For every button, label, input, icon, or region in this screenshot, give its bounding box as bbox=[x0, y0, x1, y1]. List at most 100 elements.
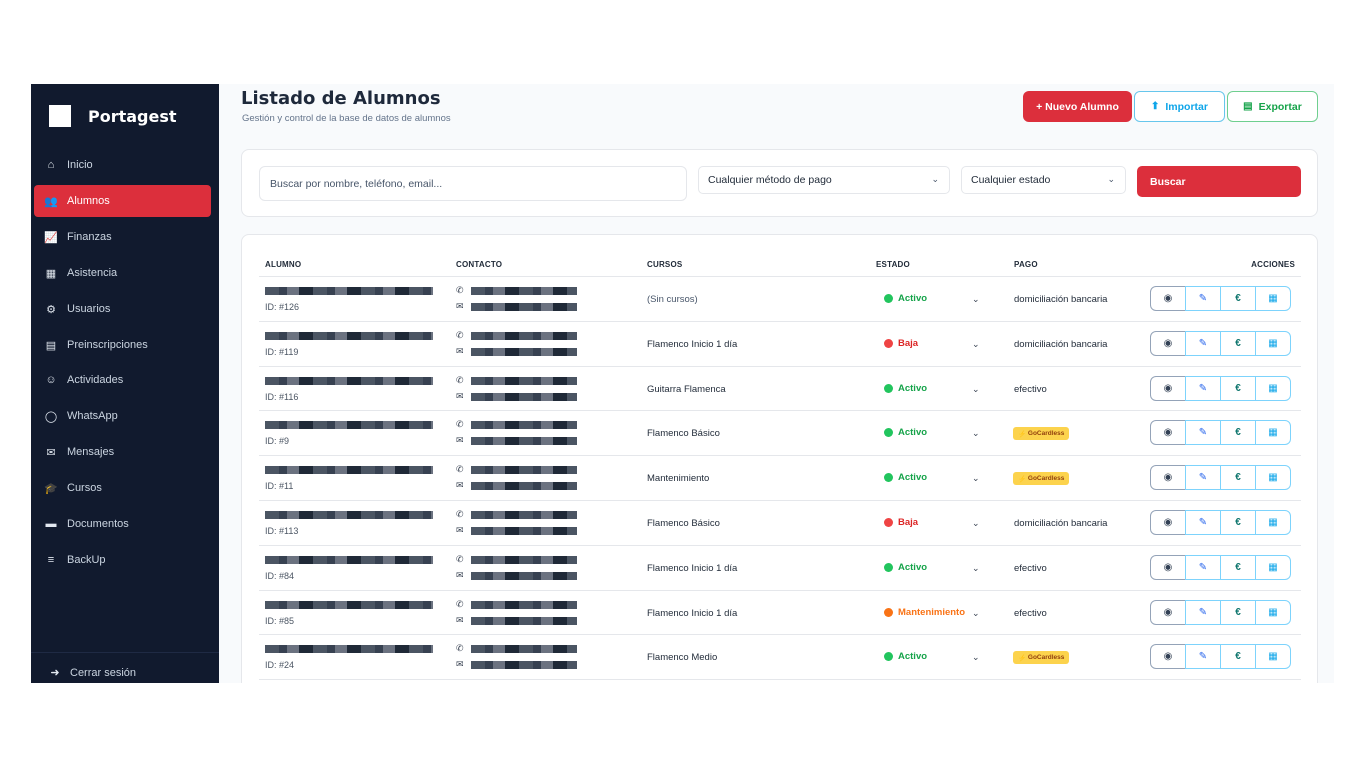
chevron-down-icon[interactable]: ⌄ bbox=[972, 518, 980, 529]
chevron-down-icon[interactable]: ⌄ bbox=[972, 608, 980, 619]
edit-button[interactable]: ✎ bbox=[1185, 509, 1221, 535]
search-input[interactable]: Buscar por nombre, teléfono, email... bbox=[259, 166, 687, 201]
table-row[interactable]: ID: #85 ✆ ✉ Flamenco Inicio 1 día Mantenimie… bbox=[259, 591, 1301, 636]
payments-button[interactable]: € bbox=[1220, 420, 1256, 446]
student-id: ID: #126 bbox=[265, 302, 300, 312]
import-button[interactable]: ⬆ Importar bbox=[1134, 91, 1225, 122]
redacted-phone bbox=[471, 421, 577, 430]
status-badge: Activo bbox=[884, 562, 927, 573]
table-row[interactable]: ID: #24 ✆ ✉ Flamenco Medio Activo ⌄ ⚡ GoCardle… bbox=[259, 635, 1301, 681]
table-row[interactable]: ID: #126 ✆ ✉ (Sin cursos) Activo ⌄ domiciliaci… bbox=[259, 277, 1301, 322]
payments-button[interactable]: € bbox=[1220, 375, 1256, 401]
course-cell: (Sin cursos) bbox=[647, 294, 698, 305]
edit-button[interactable]: ✎ bbox=[1185, 330, 1221, 356]
page-title: Listado de Alumnos bbox=[241, 88, 441, 109]
view-button[interactable]: ◉ bbox=[1150, 554, 1186, 580]
edit-button[interactable]: ✎ bbox=[1185, 420, 1221, 446]
table-row[interactable]: ID: #113 ✆ ✉ Flamenco Básico Baja ⌄ domiciliac… bbox=[259, 501, 1301, 546]
payments-button[interactable]: € bbox=[1220, 509, 1256, 535]
attendance-button[interactable]: ▦ bbox=[1255, 375, 1291, 401]
payments-button[interactable]: € bbox=[1220, 554, 1256, 580]
sidebar-item-actividades[interactable]: ☺ Actividades bbox=[34, 364, 211, 396]
sidebar-item-cursos[interactable]: 🎓 Cursos bbox=[34, 472, 211, 504]
attendance-button[interactable]: ▦ bbox=[1255, 644, 1291, 670]
sidebar-item-asistencia[interactable]: ▦ Asistencia bbox=[34, 257, 211, 289]
search-placeholder: Buscar por nombre, teléfono, email... bbox=[270, 177, 443, 190]
payments-button[interactable]: € bbox=[1220, 599, 1256, 625]
export-button[interactable]: ▤ Exportar bbox=[1227, 91, 1318, 122]
status-dot bbox=[884, 383, 893, 393]
attendance-button[interactable]: ▦ bbox=[1255, 420, 1291, 446]
payments-button[interactable]: € bbox=[1220, 644, 1256, 670]
view-button[interactable]: ◉ bbox=[1150, 420, 1186, 446]
brand-logo bbox=[49, 105, 71, 127]
view-button[interactable]: ◉ bbox=[1150, 644, 1186, 670]
chevron-down-icon[interactable]: ⌄ bbox=[972, 652, 980, 663]
chevron-down-icon[interactable]: ⌄ bbox=[972, 473, 980, 484]
edit-button[interactable]: ✎ bbox=[1185, 375, 1221, 401]
chevron-down-icon[interactable]: ⌄ bbox=[972, 339, 980, 350]
table-row[interactable]: ID: #9 ✆ ✉ Flamenco Básico Activo ⌄ ⚡ GoCardle… bbox=[259, 411, 1301, 457]
chevron-down-icon[interactable]: ⌄ bbox=[972, 294, 980, 305]
sidebar-item-label: Inicio bbox=[67, 159, 93, 171]
edit-button[interactable]: ✎ bbox=[1185, 644, 1221, 670]
payments-button[interactable]: € bbox=[1220, 330, 1256, 356]
status-dot bbox=[884, 562, 893, 572]
export-label: Exportar bbox=[1258, 100, 1302, 113]
payment-method-value: Cualquier método de pago bbox=[708, 174, 832, 186]
table-row[interactable]: ID: #11 ✆ ✉ Mantenimiento Activo ⌄ ⚡ GoCardles… bbox=[259, 456, 1301, 501]
table-row[interactable]: ID: #116 ✆ ✉ Guitarra Flamenca Activo ⌄ efecti… bbox=[259, 367, 1301, 412]
row-actions: ◉ ✎ € ▦ bbox=[1150, 465, 1291, 491]
logout-button[interactable]: ➜ Cerrar sesión bbox=[31, 652, 219, 683]
status-label: Activo bbox=[898, 651, 928, 663]
attendance-button[interactable]: ▦ bbox=[1255, 509, 1291, 535]
brand[interactable]: Portagest bbox=[49, 104, 177, 128]
redacted-name bbox=[265, 600, 433, 609]
new-student-button[interactable]: + Nuevo Alumno bbox=[1023, 91, 1132, 122]
sidebar-item-whatsapp[interactable]: ◯ WhatsApp bbox=[34, 400, 211, 432]
chevron-down-icon[interactable]: ⌄ bbox=[972, 384, 980, 395]
edit-button[interactable]: ✎ bbox=[1185, 465, 1221, 491]
pencil-icon: ✎ bbox=[1198, 472, 1208, 484]
attendance-button[interactable]: ▦ bbox=[1255, 330, 1291, 356]
edit-button[interactable]: ✎ bbox=[1185, 554, 1221, 580]
edit-button[interactable]: ✎ bbox=[1185, 286, 1221, 311]
payments-button[interactable]: € bbox=[1220, 286, 1256, 311]
redacted-phone bbox=[471, 510, 577, 519]
search-button[interactable]: Buscar bbox=[1137, 166, 1301, 197]
payments-button[interactable]: € bbox=[1220, 465, 1256, 491]
view-button[interactable]: ◉ bbox=[1150, 509, 1186, 535]
view-button[interactable]: ◉ bbox=[1150, 375, 1186, 401]
chevron-down-icon[interactable]: ⌄ bbox=[972, 563, 980, 574]
euro-icon: € bbox=[1235, 427, 1241, 439]
sidebar-item-documentos[interactable]: ▬ Documentos bbox=[34, 508, 211, 540]
sidebar-item-mensajes[interactable]: ✉ Mensajes bbox=[34, 436, 211, 468]
attendance-button[interactable]: ▦ bbox=[1255, 286, 1291, 311]
payment-method-select[interactable]: Cualquier método de pago ⌄ bbox=[698, 166, 950, 194]
chevron-down-icon[interactable]: ⌄ bbox=[972, 428, 980, 439]
calendar-icon: ▦ bbox=[1268, 337, 1278, 349]
view-button[interactable]: ◉ bbox=[1150, 330, 1186, 356]
redacted-name bbox=[265, 421, 433, 430]
attendance-button[interactable]: ▦ bbox=[1255, 599, 1291, 625]
upload-icon: ⬆ bbox=[1151, 101, 1160, 112]
course-cell: Flamenco Básico bbox=[647, 428, 720, 440]
table-row[interactable]: ID: #119 ✆ ✉ Flamenco Inicio 1 día Baja ⌄ domi… bbox=[259, 322, 1301, 367]
view-button[interactable]: ◉ bbox=[1150, 465, 1186, 491]
edit-button[interactable]: ✎ bbox=[1185, 599, 1221, 625]
sidebar-item-usuarios[interactable]: ⚙ Usuarios bbox=[34, 293, 211, 325]
sidebar-item-backup[interactable]: ≡ BackUp bbox=[34, 544, 211, 576]
sidebar-item-inicio[interactable]: ⌂ Inicio bbox=[34, 149, 211, 181]
sidebar-item-alumnos[interactable]: 👥 Alumnos bbox=[34, 185, 211, 217]
calendar-icon: ▦ bbox=[1268, 427, 1278, 439]
payment-cell: domiciliación bancaria bbox=[1014, 517, 1108, 529]
sidebar-item-preinscripciones[interactable]: ▤ Preinscripciones bbox=[34, 329, 211, 361]
attendance-button[interactable]: ▦ bbox=[1255, 465, 1291, 491]
state-select[interactable]: Cualquier estado ⌄ bbox=[961, 166, 1126, 194]
sidebar-item-finanzas[interactable]: 📈 Finanzas bbox=[34, 221, 211, 253]
pencil-icon: ✎ bbox=[1198, 606, 1208, 618]
attendance-button[interactable]: ▦ bbox=[1255, 554, 1291, 580]
view-button[interactable]: ◉ bbox=[1150, 286, 1186, 311]
view-button[interactable]: ◉ bbox=[1150, 599, 1186, 625]
table-row[interactable]: ID: #84 ✆ ✉ Flamenco Inicio 1 día Activo ⌄ efe… bbox=[259, 546, 1301, 591]
